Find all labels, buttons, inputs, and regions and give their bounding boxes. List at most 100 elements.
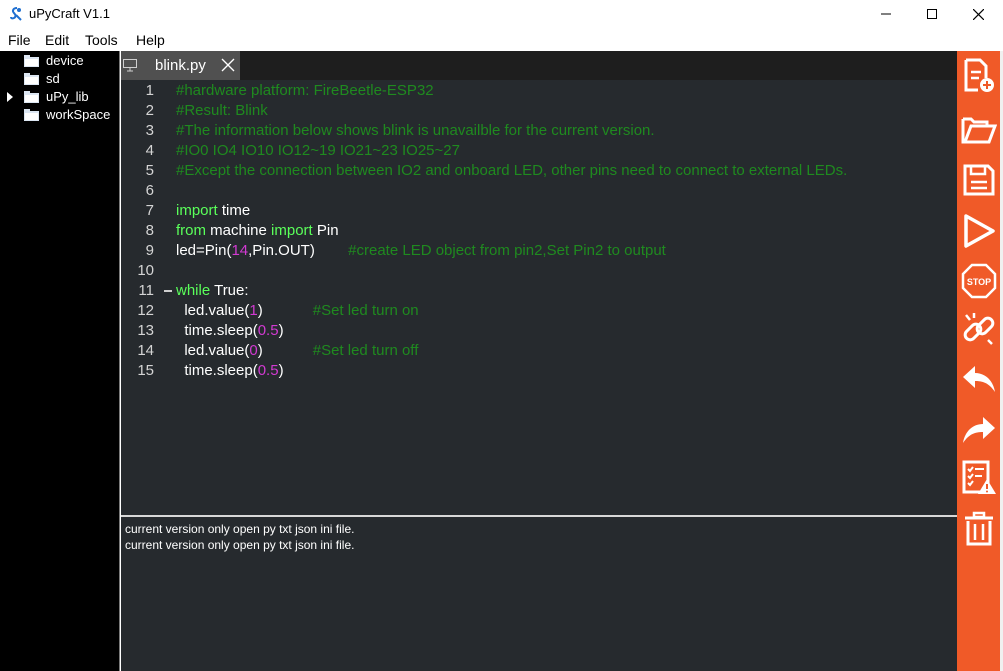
code-token: True: xyxy=(210,282,249,299)
code-token: ) xyxy=(257,302,313,319)
open-folder-icon xyxy=(961,117,997,144)
redo-button[interactable] xyxy=(957,408,1000,452)
line-number: 11 xyxy=(138,282,154,299)
code-token: #Except the connection between IO2 and o… xyxy=(176,162,848,179)
menu-tools[interactable]: Tools xyxy=(85,32,118,48)
code-line: 8 from machine import Pin xyxy=(121,221,957,241)
code-text: import time xyxy=(176,201,250,221)
close-button[interactable] xyxy=(955,0,1001,28)
code-text: #hardware platform: FireBeetle-ESP32 xyxy=(176,81,434,101)
line-number: 12 xyxy=(137,302,154,319)
code-token: #The information below shows blink is un… xyxy=(176,122,655,139)
tab-blink-py[interactable]: blink.py xyxy=(121,51,240,80)
tab-bar: blink.py xyxy=(121,51,957,80)
code-token: time.sleep( xyxy=(176,322,258,339)
syntax-check-button[interactable] xyxy=(957,456,1000,500)
stop-button[interactable]: STOP xyxy=(957,259,1000,303)
code-token: ,Pin.OUT) xyxy=(248,242,349,259)
code-token: time.sleep( xyxy=(176,362,258,379)
maximize-icon xyxy=(927,9,937,19)
code-line: 11 while True: xyxy=(121,281,957,301)
svg-text:STOP: STOP xyxy=(966,277,990,287)
menu-bar: File Edit Tools Help xyxy=(0,28,1003,51)
clear-button[interactable] xyxy=(957,507,1000,551)
code-text: led.value(0) #Set led turn off xyxy=(176,341,418,361)
code-token: 0 xyxy=(249,342,258,359)
code-text: from machine import Pin xyxy=(176,221,339,241)
line-number: 8 xyxy=(145,222,154,239)
minimize-button[interactable] xyxy=(863,0,909,28)
tree-item-sd[interactable]: sd xyxy=(0,70,120,88)
app-logo-icon xyxy=(10,7,22,21)
save-button[interactable] xyxy=(957,158,1000,202)
save-icon xyxy=(963,164,994,196)
computer-icon xyxy=(123,59,137,72)
line-number: 4 xyxy=(145,142,154,159)
undo-button[interactable] xyxy=(957,357,1000,401)
tree-item-label: device xyxy=(46,53,84,68)
code-text: #IO0 IO4 IO10 IO12~19 IO21~23 IO25~27 xyxy=(176,141,460,161)
code-token: #Result: Blink xyxy=(176,102,268,119)
code-token: 0.5 xyxy=(257,322,279,339)
code-token: 1 xyxy=(249,302,258,319)
minimize-icon xyxy=(881,13,891,15)
right-toolbar: STOP xyxy=(957,51,1000,671)
code-line: 4 #IO0 IO4 IO10 IO12~19 IO21~23 IO25~27 xyxy=(121,141,957,161)
code-token: led=Pin( xyxy=(176,242,232,259)
expand-arrow-icon[interactable] xyxy=(7,92,13,102)
line-number: 9 xyxy=(145,242,154,259)
line-number: 5 xyxy=(145,162,154,179)
stop-icon: STOP xyxy=(961,263,996,299)
tree-item-workspace[interactable]: workSpace xyxy=(0,106,120,124)
open-file-button[interactable] xyxy=(957,106,1000,150)
code-token: #Set led turn on xyxy=(312,302,419,319)
code-token: while xyxy=(176,282,211,299)
code-token: ) xyxy=(257,342,313,359)
folder-icon xyxy=(24,91,39,103)
line-number: 7 xyxy=(145,202,154,219)
code-editor[interactable]: 1 #hardware platform: FireBeetle-ESP32 2 #R… xyxy=(121,80,957,515)
code-line: 13 time.sleep(0.5) xyxy=(121,321,957,341)
code-text: led=Pin(14,Pin.OUT) #create LED object f… xyxy=(176,241,666,261)
menu-edit[interactable]: Edit xyxy=(45,32,69,48)
line-number: 14 xyxy=(137,342,154,359)
menu-help[interactable]: Help xyxy=(136,32,165,48)
run-button[interactable] xyxy=(957,209,1000,253)
menu-file[interactable]: File xyxy=(8,32,31,48)
new-file-button[interactable] xyxy=(957,54,1000,98)
code-token: Pin xyxy=(312,222,339,239)
line-number: 6 xyxy=(145,182,154,199)
code-token: 14 xyxy=(231,242,249,259)
code-line: 1 #hardware platform: FireBeetle-ESP32 xyxy=(121,81,957,101)
close-tab-icon[interactable] xyxy=(221,58,235,72)
connect-button[interactable] xyxy=(957,307,1000,351)
tree-item-label: sd xyxy=(46,71,60,86)
code-line: 2 #Result: Blink xyxy=(121,101,957,121)
code-token: import xyxy=(271,222,313,239)
tree-item-device[interactable]: device xyxy=(0,52,120,70)
line-number: 15 xyxy=(137,362,154,379)
code-line: 14 led.value(0) #Set led turn off xyxy=(121,341,957,361)
clear-icon xyxy=(964,511,993,546)
line-number: 13 xyxy=(137,322,154,339)
connect-icon xyxy=(963,313,994,345)
code-line: 3 #The information below shows blink is u… xyxy=(121,121,957,141)
code-line: 9 led=Pin(14,Pin.OUT) #create LED object … xyxy=(121,241,957,261)
code-text: #Result: Blink xyxy=(176,101,268,121)
fold-marker-icon[interactable] xyxy=(164,290,172,292)
code-token: ) xyxy=(278,322,284,339)
title-bar: uPyCraft V1.1 xyxy=(0,0,1003,28)
code-token: 0.5 xyxy=(257,362,279,379)
code-line: 6 xyxy=(121,181,957,201)
file-tree: device sd uPy_lib workSpace xyxy=(0,51,120,671)
code-line: 5 #Except the connection between IO2 and … xyxy=(121,161,957,181)
code-token: ) xyxy=(278,362,284,379)
maximize-button[interactable] xyxy=(909,0,955,28)
code-text: led.value(1) #Set led turn on xyxy=(176,301,419,321)
line-number: 10 xyxy=(137,262,154,279)
tree-item-upy-lib[interactable]: uPy_lib xyxy=(0,88,120,106)
code-text: while True: xyxy=(176,281,249,301)
terminal-console[interactable]: current version only open py txt json in… xyxy=(121,517,957,671)
folder-icon xyxy=(24,73,39,85)
code-text: #The information below shows blink is un… xyxy=(176,121,655,141)
